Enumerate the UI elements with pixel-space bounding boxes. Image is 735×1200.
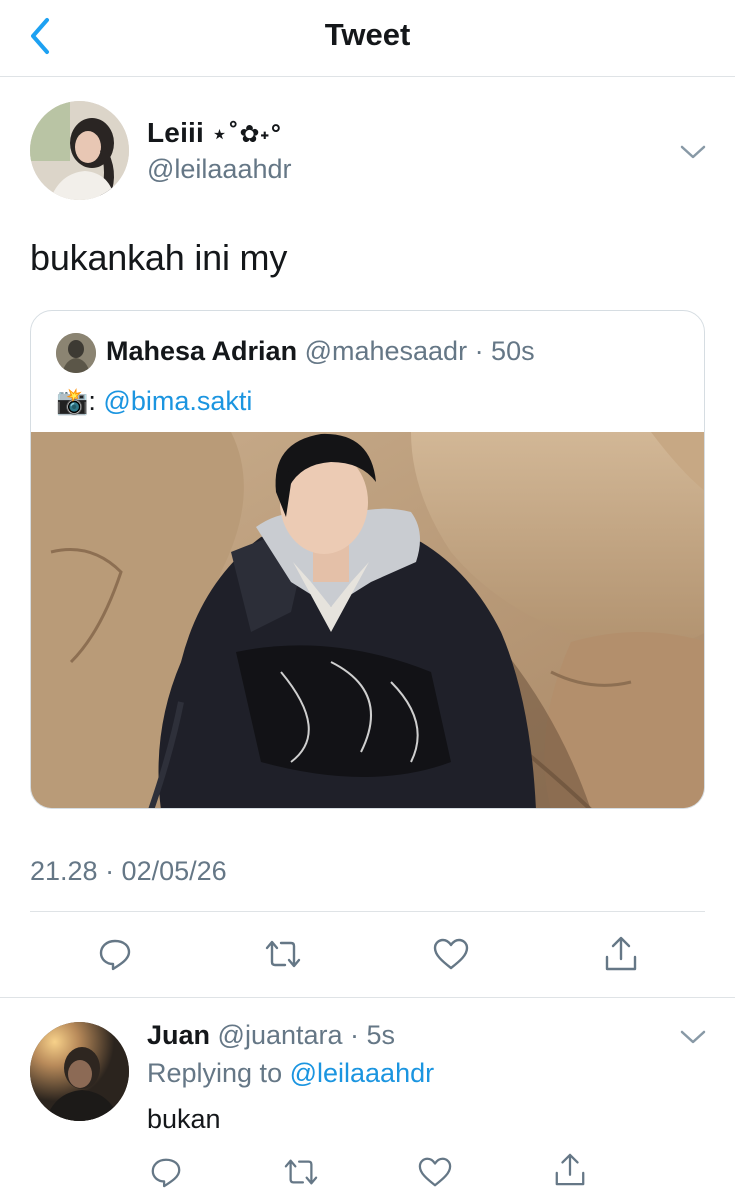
replying-to: Replying to @leilaaahdr — [147, 1058, 434, 1089]
share-button[interactable] — [601, 934, 641, 974]
quoted-photo[interactable] — [31, 432, 704, 808]
mention-link[interactable]: @bima.sakti — [103, 386, 252, 416]
display-name: Leiii — [147, 117, 205, 148]
quoted-display-name: Mahesa Adrian — [106, 336, 298, 366]
reply-share-button[interactable] — [550, 1150, 590, 1190]
name-decoration: ⋆˚✿˖° — [212, 120, 283, 148]
quoted-handle-time: @mahesaadr · 50s — [304, 336, 535, 366]
like-button[interactable] — [431, 934, 471, 974]
tweet-text: bukankah ini my — [30, 237, 288, 278]
page-title: Tweet — [324, 17, 411, 52]
like-icon — [433, 938, 469, 970]
retweet-icon — [284, 1159, 318, 1185]
avatar-photo — [30, 101, 129, 200]
reply-button[interactable] — [95, 934, 135, 974]
reply-menu-button[interactable] — [676, 1020, 710, 1054]
reply-like-button[interactable] — [415, 1152, 455, 1192]
retweet-icon — [265, 940, 301, 968]
quoted-tweet-card[interactable]: Mahesa Adrian @mahesaadr · 50s 📸: @bima.… — [30, 310, 705, 809]
reply-text: bukan — [147, 1104, 221, 1134]
quoted-text: 📸: @bima.sakti — [56, 386, 252, 417]
avatar[interactable] — [30, 101, 129, 200]
replying-to-link[interactable]: @leilaaahdr — [290, 1058, 435, 1088]
author-handle[interactable]: @leilaaahdr — [147, 154, 292, 185]
camera-icon: 📸 — [56, 387, 89, 417]
reply-icon — [99, 939, 131, 971]
reply-icon — [151, 1158, 181, 1188]
reply-handle-time: @juantara · 5s — [217, 1020, 396, 1050]
quoted-author: Mahesa Adrian @mahesaadr · 50s — [106, 336, 535, 367]
reply-author[interactable]: Juan @juantara · 5s — [147, 1020, 395, 1051]
reply-retweet-button[interactable] — [281, 1152, 321, 1192]
share-icon — [555, 1153, 585, 1186]
reply-display-name: Juan — [147, 1020, 211, 1050]
tweet-menu-button[interactable] — [676, 135, 710, 169]
reply-reply-button[interactable] — [146, 1152, 186, 1192]
photo-image — [31, 432, 704, 808]
retweet-button[interactable] — [263, 934, 303, 974]
replying-to-label: Replying to — [147, 1058, 283, 1088]
chevron-down-icon — [680, 145, 706, 159]
quoted-avatar — [56, 333, 96, 373]
chevron-down-icon — [680, 1030, 706, 1044]
divider — [30, 911, 705, 912]
avatar-photo — [30, 1022, 129, 1121]
author-name[interactable]: Leiii ⋆˚✿˖° — [147, 117, 282, 149]
share-icon — [605, 936, 637, 971]
like-icon — [418, 1157, 452, 1187]
quoted-colon: : — [88, 386, 96, 416]
reply-avatar[interactable] — [30, 1022, 129, 1121]
tweet-timestamp: 21.28 · 02/05/26 — [30, 856, 227, 886]
divider — [0, 997, 735, 998]
